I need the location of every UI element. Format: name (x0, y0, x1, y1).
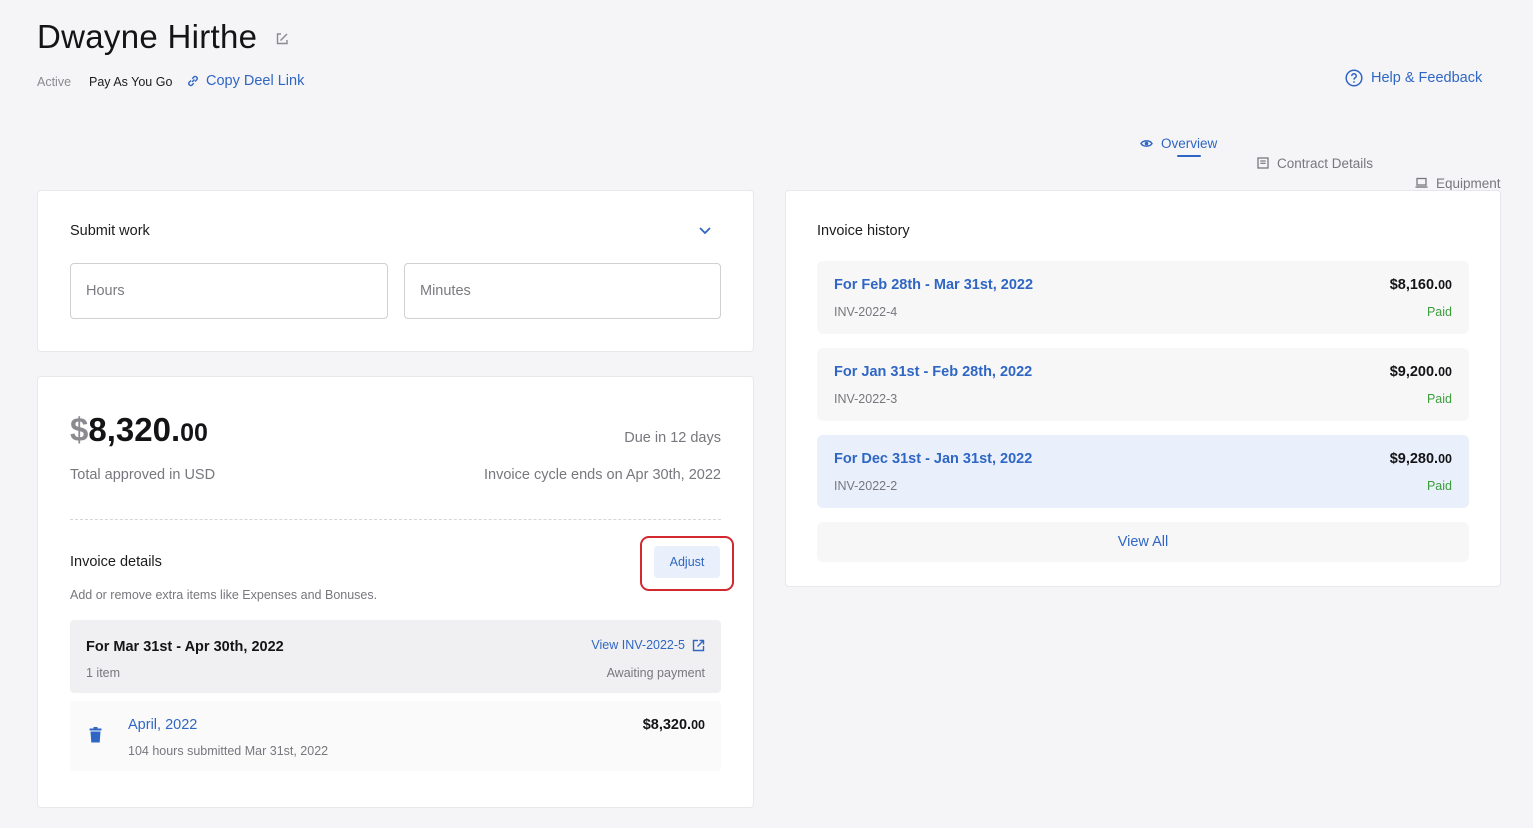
line-item-amount: $8,320.00 (643, 717, 705, 733)
total-label: Total approved in USD (70, 467, 216, 483)
history-period: For Jan 31st - Feb 28th, 2022 (834, 364, 1033, 380)
help-label: Help & Feedback (1371, 70, 1483, 86)
history-amount-cents: 00 (1438, 365, 1452, 379)
active-tab-indicator (1177, 155, 1201, 157)
tab-label: Overview (1161, 135, 1218, 151)
amount-cents: 00 (180, 419, 208, 447)
invoice-period-label: For Mar 31st - Apr 30th, 2022 (86, 639, 284, 655)
line-item-desc: 104 hours submitted Mar 31st, 2022 (128, 744, 329, 758)
link-icon (188, 75, 198, 87)
history-amount-main: $8,160. (1389, 277, 1439, 293)
history-item-selected[interactable]: For Dec 31st - Jan 31st, 2022 INV-2022-2… (817, 435, 1469, 508)
minutes-input[interactable]: Minutes (404, 263, 721, 319)
item-count: 1 item (86, 666, 121, 680)
line-amount-cents: 00 (691, 718, 705, 732)
invoice-history-card: Invoice history For Feb 28th - Mar 31st,… (785, 190, 1501, 587)
chevron-down-icon[interactable] (698, 226, 712, 236)
line-amount-main: $8,320. (642, 717, 692, 733)
due-text: Due in 12 days (624, 430, 721, 446)
invoice-details-title: Invoice details (70, 554, 162, 570)
tab-overview[interactable]: Overview (1140, 133, 1533, 153)
history-invoice-id: INV-2022-4 (834, 305, 898, 319)
submit-work-title: Submit work (70, 223, 150, 239)
history-status: Paid (1426, 479, 1452, 493)
history-period: For Dec 31st - Jan 31st, 2022 (834, 451, 1033, 467)
history-amount-cents: 00 (1438, 452, 1452, 466)
history-invoice-id: INV-2022-3 (834, 392, 898, 406)
history-status: Paid (1426, 305, 1452, 319)
history-amount: $8,160.00 (1390, 277, 1452, 293)
help-circle-icon (1345, 69, 1363, 87)
submit-work-card: Submit work Hours Minutes (37, 190, 754, 352)
history-item[interactable]: For Jan 31st - Feb 28th, 2022 INV-2022-3… (817, 348, 1469, 421)
history-status: Paid (1426, 392, 1452, 406)
invoice-history-title: Invoice history (817, 223, 910, 239)
divider (70, 519, 721, 520)
current-invoice-card: $8,320.00 Total approved in USD Due in 1… (37, 376, 754, 808)
history-amount-cents: 00 (1438, 278, 1452, 292)
line-item-title[interactable]: April, 2022 (128, 717, 197, 733)
edit-icon[interactable] (275, 32, 289, 46)
contract-status: Active (37, 75, 72, 89)
highlight-ring (640, 536, 734, 591)
cycle-end-text: Invoice cycle ends on Apr 30th, 2022 (484, 467, 721, 483)
history-amount-main: $9,200. (1389, 364, 1439, 380)
view-invoice-link[interactable]: View INV-2022-5 (591, 638, 705, 652)
history-amount: $9,280.00 (1390, 451, 1452, 467)
history-item[interactable]: For Feb 28th - Mar 31st, 2022 INV-2022-4… (817, 261, 1469, 334)
tab-contract-details[interactable]: Contract Details (1257, 153, 1533, 173)
help-feedback-link[interactable]: Help & Feedback (1345, 69, 1482, 87)
trash-icon[interactable] (89, 727, 102, 743)
payment-status: Awaiting payment (606, 666, 705, 680)
contract-plan: Pay As You Go (89, 75, 173, 89)
laptop-icon (1415, 177, 1428, 188)
history-period: For Feb 28th - Mar 31st, 2022 (834, 277, 1034, 293)
copy-link-label: Copy Deel Link (206, 73, 305, 89)
invoice-period-box: For Mar 31st - Apr 30th, 2022 View INV-2… (70, 620, 721, 693)
history-amount: $9,200.00 (1390, 364, 1452, 380)
line-item: April, 2022 104 hours submitted Mar 31st… (70, 701, 721, 771)
tab-label: Contract Details (1277, 155, 1374, 171)
view-all-button[interactable]: View All (817, 522, 1469, 562)
view-invoice-label: View INV-2022-5 (591, 638, 685, 652)
eye-icon (1140, 139, 1153, 147)
document-icon (1257, 157, 1269, 169)
tab-label: Equipment (1436, 175, 1501, 191)
hours-input[interactable]: Hours (70, 263, 388, 319)
history-invoice-id: INV-2022-2 (834, 479, 898, 493)
page-title: Dwayne Hirthe (37, 18, 258, 55)
external-link-icon (692, 639, 705, 651)
history-amount-main: $9,280. (1389, 451, 1439, 467)
amount-main: 8,320. (88, 411, 181, 448)
copy-deel-link[interactable]: Copy Deel Link (186, 73, 304, 89)
currency-symbol: $ (70, 411, 89, 448)
invoice-details-desc: Add or remove extra items like Expenses … (70, 588, 378, 602)
total-amount: $8,320.00 (70, 411, 208, 449)
